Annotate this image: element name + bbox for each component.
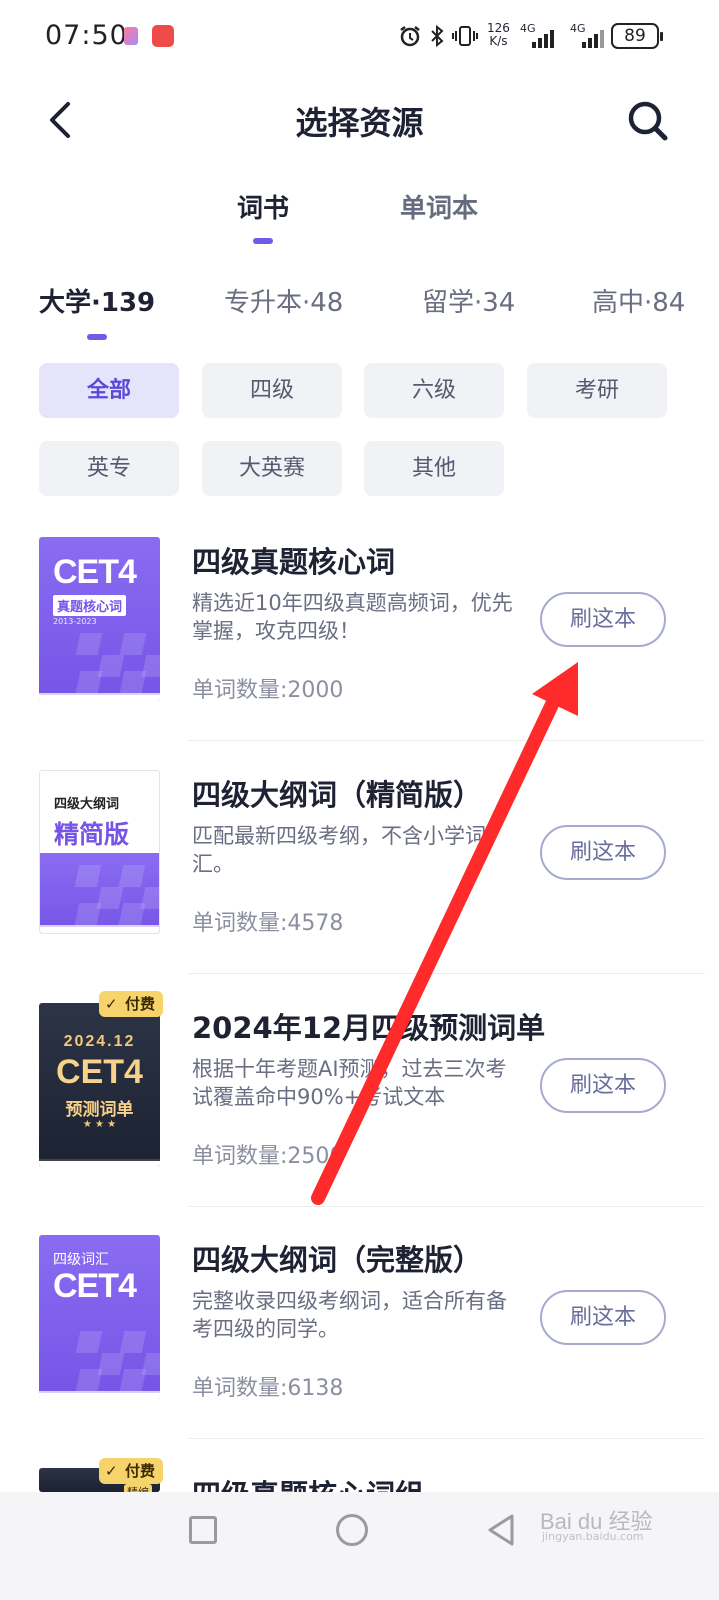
tab-vocab-notebook[interactable]: 单词本 [400, 188, 478, 225]
vibrate-icon [452, 26, 478, 46]
divider [188, 1438, 705, 1439]
recent-apps-icon[interactable] [189, 1516, 217, 1544]
list-item[interactable]: 四级词汇 CET4 四级大纲词（完整版） 完整收录四级考纲词，适合所有备考四级的… [0, 1235, 719, 1468]
main-tabs: 词书 单词本 [0, 188, 719, 248]
notification-app-icon-red [152, 25, 174, 47]
study-this-button[interactable]: 刷这本 [540, 1058, 666, 1113]
watermark-url: jingyan.baidu.com [542, 1530, 644, 1543]
filter-all[interactable]: 全部 [39, 363, 179, 418]
book-description: 根据十年考题AI预测，过去三次考试覆盖命中90%+考试文本 [192, 1057, 507, 1109]
filter-cet6[interactable]: 六级 [364, 363, 504, 418]
filter-competition[interactable]: 大英赛 [202, 441, 342, 496]
filter-cet4[interactable]: 四级 [202, 363, 342, 418]
list-item[interactable]: 付费 精编 四级真题核心词组 [0, 1458, 719, 1512]
filter-english-major[interactable]: 英专 [39, 441, 179, 496]
page-title: 选择资源 [295, 104, 424, 142]
category-tab-upgrade[interactable]: 专升本·48 [224, 282, 343, 319]
active-category-indicator [87, 334, 108, 340]
divider [188, 1206, 705, 1207]
list-item[interactable]: 四级大纲词 精简版 四级大纲词（精简版） 匹配最新四级考纲，不含小学词汇。 单词… [0, 770, 719, 1003]
status-time: 07:50 [45, 20, 128, 51]
alarm-icon [400, 26, 420, 47]
book-cover: 2024.12 CET4 预测词单 ★ ★ ★ [39, 1003, 160, 1167]
book-cover: CET4 真题核心词 2013-2023 [39, 537, 160, 701]
bluetooth-icon [431, 24, 444, 48]
list-item[interactable]: CET4 真题核心词 2013-2023 四级真题核心词 精选近10年四级真题高… [0, 537, 719, 770]
tab-wordbook[interactable]: 词书 [237, 188, 289, 244]
cover-tag: 真题核心词 [53, 595, 127, 616]
divider [188, 973, 705, 974]
word-count: 单词数量:6138 [192, 1376, 344, 1401]
home-icon[interactable] [336, 1514, 368, 1546]
book-title: 四级大纲词（精简版） [192, 778, 483, 812]
signal-icon: 4G [520, 22, 554, 48]
list-item[interactable]: 2024.12 CET4 预测词单 ★ ★ ★ 付费 2024年12月四级预测词… [0, 991, 719, 1236]
notification-app-icon [124, 27, 138, 45]
word-count: 单词数量:2500 [192, 1144, 344, 1169]
paid-badge: 付费 [99, 991, 164, 1017]
category-tabs: 大学·139 专升本·48 留学·34 高中·84 [0, 282, 719, 352]
battery-icon: 89 [611, 23, 663, 49]
book-description: 匹配最新四级考纲，不含小学词汇。 [192, 824, 486, 876]
paid-badge: 付费 [99, 1458, 164, 1484]
system-nav-bar: Bai du 经验 jingyan.baidu.com [0, 1492, 719, 1600]
book-title: 2024年12月四级预测词单 [192, 1011, 546, 1045]
book-title: 四级真题核心词 [192, 545, 396, 579]
search-icon[interactable] [625, 98, 671, 144]
category-tab-study-abroad[interactable]: 留学·34 [422, 282, 515, 319]
signal-icon-2: 4G [570, 22, 604, 48]
category-tab-university[interactable]: 大学·139 [39, 282, 155, 340]
book-description: 精选近10年四级真题高频词，优先掌握，攻克四级！ [192, 591, 513, 643]
study-this-button[interactable]: 刷这本 [540, 825, 666, 880]
filter-other[interactable]: 其他 [364, 441, 504, 496]
back-nav-icon[interactable] [486, 1512, 516, 1548]
category-tab-high-school[interactable]: 高中·84 [592, 282, 685, 319]
word-count: 单词数量:2000 [192, 678, 344, 703]
book-cover: 四级词汇 CET4 [39, 1235, 160, 1399]
status-bar: 07:50 126 K/s 4G 4G 89 [0, 0, 719, 74]
active-tab-indicator [253, 238, 273, 244]
study-this-button[interactable]: 刷这本 [540, 1290, 666, 1345]
word-count: 单词数量:4578 [192, 911, 344, 936]
book-title: 四级大纲词（完整版） [192, 1243, 483, 1277]
divider [188, 740, 705, 741]
top-nav: 选择资源 [0, 80, 719, 160]
filter-postgrad[interactable]: 考研 [527, 363, 667, 418]
network-speed: 126 K/s [487, 21, 510, 48]
book-description: 完整收录四级考纲词，适合所有备考四级的同学。 [192, 1289, 507, 1341]
study-this-button[interactable]: 刷这本 [540, 592, 666, 647]
book-cover: 四级大纲词 精简版 [39, 770, 160, 934]
